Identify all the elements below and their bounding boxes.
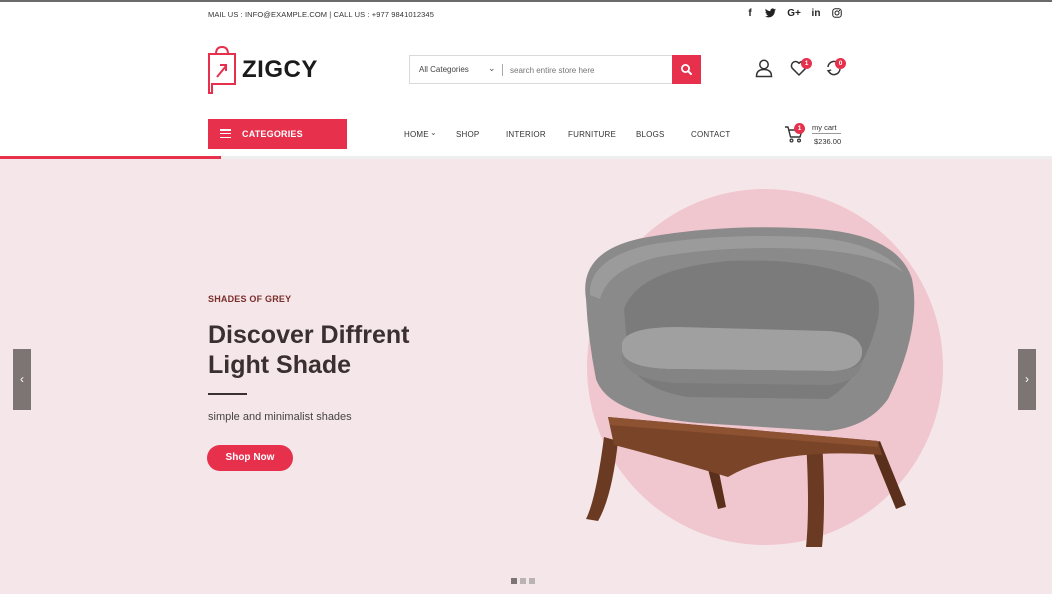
nav-contact[interactable]: CONTACT — [691, 130, 730, 139]
nav-home[interactable]: HOME — [404, 130, 429, 139]
hero-slider: SHADES OF GREY Discover Diffrent Light S… — [0, 159, 1052, 594]
contact-info: MAIL US : INFO@EXAMPLE.COM | CALL US : +… — [208, 10, 434, 19]
google-plus-icon[interactable]: G+ — [786, 8, 802, 20]
prev-slide-button[interactable]: ‹ — [13, 349, 31, 410]
hero-divider — [208, 393, 247, 395]
search-button[interactable] — [672, 55, 701, 84]
chevron-left-icon: ‹ — [20, 372, 24, 386]
search-icon — [680, 63, 692, 75]
logo-bag-icon[interactable] — [207, 46, 237, 94]
facebook-icon[interactable]: f — [744, 8, 756, 20]
search-bar: All Categories ⌄ — [409, 55, 701, 84]
cart-label[interactable]: my cart — [812, 123, 837, 132]
shop-now-button[interactable]: Shop Now — [207, 445, 293, 471]
instagram-icon[interactable] — [831, 8, 843, 20]
menu-icon — [220, 129, 231, 139]
wishlist-badge: 1 — [801, 58, 812, 69]
compare-badge: 0 — [835, 58, 846, 69]
nav-interior[interactable]: INTERIOR — [506, 130, 546, 139]
linkedin-icon[interactable]: in — [809, 8, 823, 20]
chevron-down-icon[interactable]: ⌄ — [488, 63, 496, 74]
hero-headline: Discover Diffrent Light Shade — [208, 321, 410, 379]
cart-divider — [812, 133, 841, 134]
slide-dot-1[interactable] — [511, 578, 517, 584]
chevron-right-icon: › — [1025, 372, 1029, 386]
nav-furniture[interactable]: FURNITURE — [568, 130, 616, 139]
category-select[interactable]: All Categories — [419, 65, 469, 74]
top-bar: MAIL US : INFO@EXAMPLE.COM | CALL US : +… — [0, 2, 1052, 28]
nav-blogs[interactable]: BLOGS — [636, 130, 665, 139]
hero-subtitle: SHADES OF GREY — [208, 294, 292, 304]
nav-row: CATEGORIES HOME ⌄ SHOP INTERIOR FURNITUR… — [0, 118, 1052, 159]
slide-dot-3[interactable] — [529, 578, 535, 584]
next-slide-button[interactable]: › — [1018, 349, 1036, 410]
search-input[interactable] — [510, 62, 670, 78]
nav-shop[interactable]: SHOP — [456, 130, 479, 139]
logo-text[interactable]: ZIGCY — [242, 56, 318, 84]
slide-dot-2[interactable] — [520, 578, 526, 584]
site-header: ZIGCY All Categories ⌄ 1 0 — [0, 28, 1052, 118]
hero-description: simple and minimalist shades — [208, 411, 352, 423]
armchair-image — [585, 227, 915, 547]
search-divider — [502, 64, 503, 76]
cart-badge: 1 — [794, 123, 805, 134]
cart-total: $236.00 — [814, 137, 842, 146]
twitter-icon[interactable] — [764, 8, 776, 20]
categories-button[interactable]: CATEGORIES — [208, 119, 347, 149]
user-icon[interactable] — [754, 58, 774, 78]
chevron-down-icon[interactable]: ⌄ — [430, 128, 437, 137]
categories-label: CATEGORIES — [242, 129, 303, 139]
